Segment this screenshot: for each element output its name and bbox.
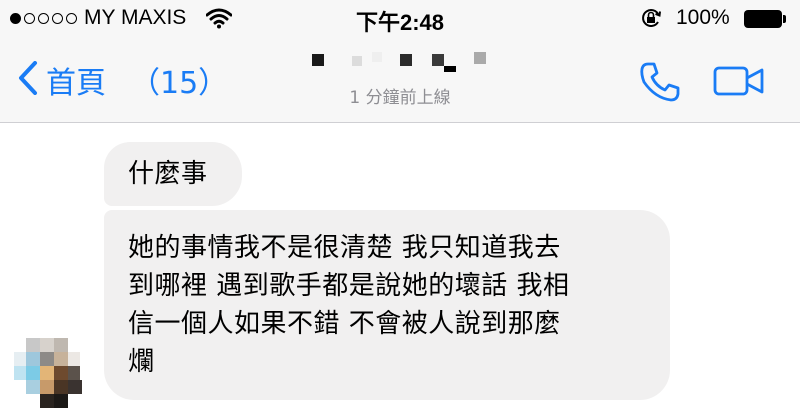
battery-tip (783, 15, 786, 23)
message-bubble[interactable]: 什麼事 (104, 142, 242, 206)
avatar[interactable] (14, 338, 86, 410)
message-text: 什麼事 (128, 159, 208, 189)
phone-icon[interactable] (638, 60, 682, 108)
message-bubble[interactable]: 她的事情我不是很清楚 我只知道我去 到哪裡 遇到歌手都是說她的壞話 我相 信一個… (104, 210, 670, 400)
rotation-lock-icon (640, 7, 662, 33)
battery-icon (744, 10, 782, 28)
contact-name-censored[interactable] (312, 52, 502, 74)
battery-percent: 100% (676, 6, 730, 29)
message-text: 她的事情我不是很清楚 我只知道我去 到哪裡 遇到歌手都是說她的壞話 我相 信一個… (128, 233, 570, 377)
status-bar: MY MAXIS 下午2:48 100% (0, 0, 800, 38)
conversation-header: 首頁 （15） 1 分鐘前上線 (0, 38, 800, 123)
video-camera-icon[interactable] (713, 66, 765, 100)
